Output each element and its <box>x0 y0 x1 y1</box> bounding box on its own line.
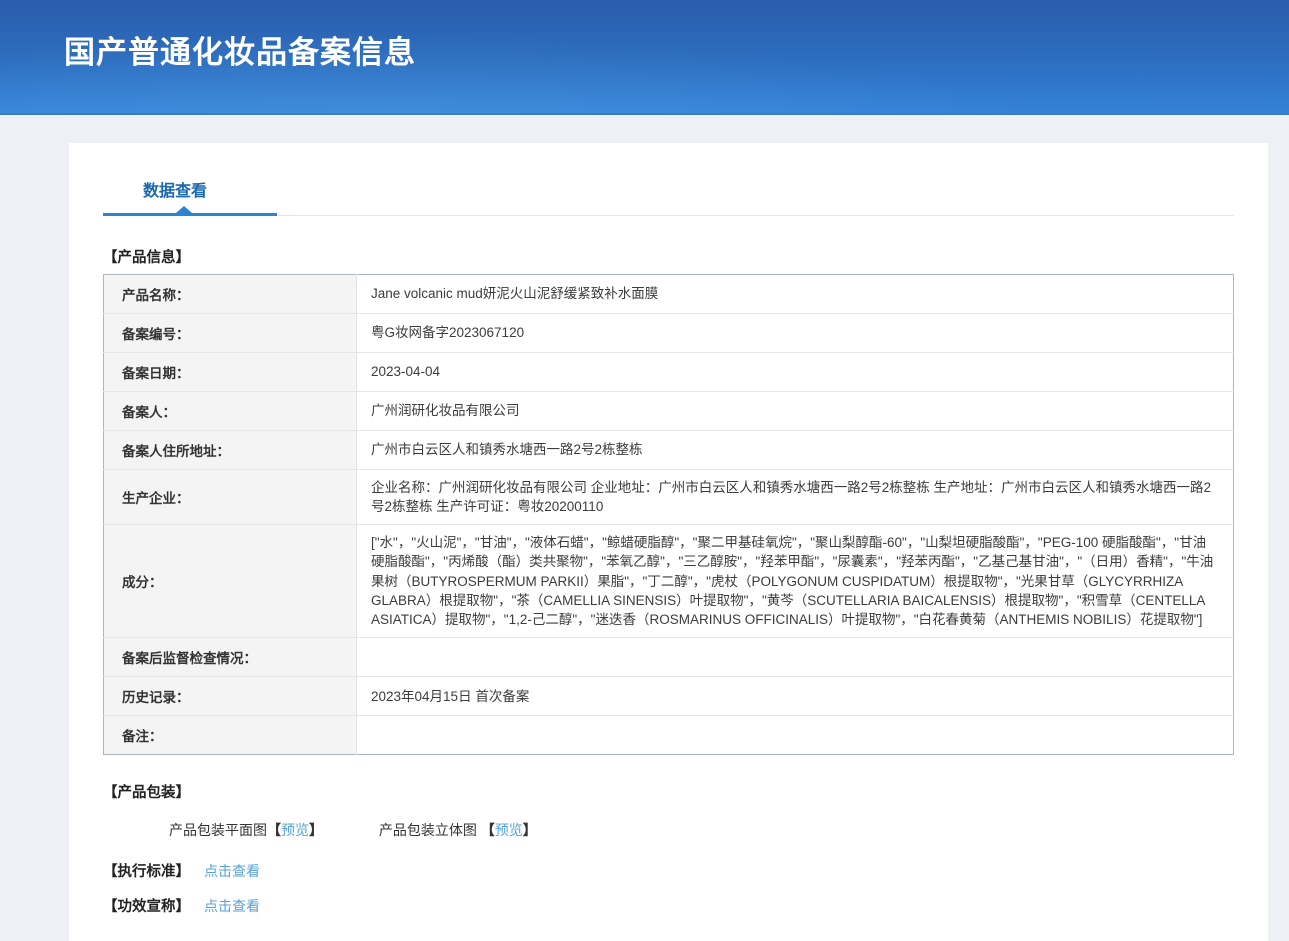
row-value: 粤G妆网备字2023067120 <box>357 314 1234 353</box>
content-card: 数据查看 【产品信息】 产品名称： Jane volcanic mud妍泥火山泥… <box>69 143 1268 941</box>
row-value: Jane volcanic mud妍泥火山泥舒缓紧致补水面膜 <box>357 275 1234 314</box>
row-label: 生产企业： <box>104 470 357 525</box>
bracket-close: 】 <box>523 822 537 838</box>
page-title: 国产普通化妆品备案信息 <box>0 0 1289 72</box>
row-value: 2023-04-04 <box>357 353 1234 392</box>
standard-row: 【执行标准】 点击查看 <box>103 860 1234 881</box>
table-row: 备案日期： 2023-04-04 <box>104 353 1234 392</box>
row-label: 备案日期： <box>104 353 357 392</box>
table-row: 产品名称： Jane volcanic mud妍泥火山泥舒缓紧致补水面膜 <box>104 275 1234 314</box>
row-label: 成分： <box>104 525 357 638</box>
packaging-item-label: 产品包装立体图 <box>379 822 481 838</box>
table-row: 生产企业： 企业名称：广州润研化妆品有限公司 企业地址：广州市白云区人和镇秀水塘… <box>104 470 1234 525</box>
row-label: 备注： <box>104 716 357 755</box>
packaging-preview-link[interactable]: 预览 <box>495 822 523 838</box>
row-value <box>357 716 1234 755</box>
packaging-preview-link[interactable]: 预览 <box>281 822 309 838</box>
section-title-standard: 【执行标准】 <box>103 864 190 880</box>
standard-view-link[interactable]: 点击查看 <box>204 863 260 879</box>
section-title-product-info: 【产品信息】 <box>103 246 1234 267</box>
efficacy-view-link[interactable]: 点击查看 <box>204 898 260 914</box>
bracket-close: 】 <box>309 822 323 838</box>
row-label: 产品名称： <box>104 275 357 314</box>
table-row: 成分： ["水"，"火山泥"，"甘油"，"液体石蜡"，"鲸蜡硬脂醇"，"聚二甲基… <box>104 525 1234 638</box>
table-row: 历史记录： 2023年04月15日 首次备案 <box>104 677 1234 716</box>
row-label: 备案编号： <box>104 314 357 353</box>
product-info-table-body: 产品名称： Jane volcanic mud妍泥火山泥舒缓紧致补水面膜 备案编… <box>104 275 1234 755</box>
table-row: 备注： <box>104 716 1234 755</box>
tab-pointer-triangle <box>176 206 192 213</box>
table-row: 备案人： 广州润研化妆品有限公司 <box>104 392 1234 431</box>
bracket-open: 【 <box>267 822 281 838</box>
packaging-item-label: 产品包装平面图 <box>169 822 267 838</box>
page-header: 国产普通化妆品备案信息 <box>0 0 1289 115</box>
row-value: 广州市白云区人和镇秀水塘西一路2号2栋整栋 <box>357 431 1234 470</box>
row-value: 2023年04月15日 首次备案 <box>357 677 1234 716</box>
table-row: 备案人住所地址： 广州市白云区人和镇秀水塘西一路2号2栋整栋 <box>104 431 1234 470</box>
row-label: 备案人： <box>104 392 357 431</box>
efficacy-row: 【功效宣称】 点击查看 <box>103 895 1234 916</box>
row-value <box>357 638 1234 677</box>
row-label: 历史记录： <box>104 677 357 716</box>
packaging-item: 产品包装平面图【预览】 <box>169 820 323 840</box>
bracket-open: 【 <box>481 822 495 838</box>
active-tab-underline <box>103 213 277 216</box>
product-info-table: 产品名称： Jane volcanic mud妍泥火山泥舒缓紧致补水面膜 备案编… <box>103 274 1234 755</box>
table-row: 备案编号： 粤G妆网备字2023067120 <box>104 314 1234 353</box>
section-title-efficacy: 【功效宣称】 <box>103 899 190 915</box>
table-row: 备案后监督检查情况： <box>104 638 1234 677</box>
row-label: 备案人住所地址： <box>104 431 357 470</box>
row-value: 广州润研化妆品有限公司 <box>357 392 1234 431</box>
packaging-items: 产品包装平面图【预览】 产品包装立体图 【预览】 <box>103 820 1234 840</box>
row-value: ["水"，"火山泥"，"甘油"，"液体石蜡"，"鲸蜡硬脂醇"，"聚二甲基硅氧烷"… <box>357 525 1234 638</box>
tab-bar: 数据查看 <box>103 143 1234 216</box>
row-label: 备案后监督检查情况： <box>104 638 357 677</box>
packaging-item: 产品包装立体图 【预览】 <box>379 820 537 840</box>
section-title-packaging: 【产品包装】 <box>103 781 1234 802</box>
row-value: 企业名称：广州润研化妆品有限公司 企业地址：广州市白云区人和镇秀水塘西一路2号2… <box>357 470 1234 525</box>
